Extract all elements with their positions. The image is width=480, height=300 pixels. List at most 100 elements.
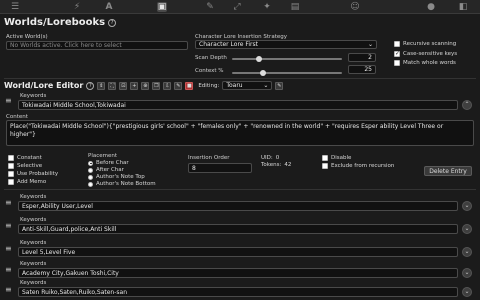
exclude-recursion-checkbox[interactable] [322, 163, 328, 169]
placement-after-char[interactable]: After Char [88, 167, 124, 173]
insertion-order-input[interactable]: 8 [188, 163, 252, 173]
add-entry-icon[interactable]: + [130, 81, 139, 90]
use-probability-option[interactable]: Use Probability [8, 171, 58, 177]
use-probability-checkbox[interactable] [8, 171, 14, 177]
keywords-input[interactable]: Tokiwadai Middle School,Tokiwadai [18, 100, 458, 110]
expand-entry-icon[interactable]: ⌄ [462, 287, 472, 297]
drag-handle-icon[interactable]: ≡ [5, 245, 12, 253]
radio-button[interactable] [88, 167, 93, 173]
tokens-display: Tokens: 42 [261, 162, 291, 168]
context-slider[interactable] [232, 70, 342, 76]
placement-an-top[interactable]: Author's Note Top [88, 174, 145, 180]
exclude-recursion-option[interactable]: Exclude from recursion [322, 163, 394, 169]
recursive-scanning-option[interactable]: Recursive scanning [394, 41, 456, 47]
globe-icon[interactable]: ⊕ [141, 81, 150, 90]
chevron-down-icon: ⌄ [367, 41, 373, 48]
scan-depth-input[interactable]: 2 [348, 53, 376, 62]
delete-world-icon[interactable]: ■ [185, 81, 194, 90]
context-thumb[interactable] [260, 70, 266, 76]
placement-an-bottom[interactable]: Author's Note Bottom [88, 181, 156, 187]
case-sensitive-label: Case-sensitive keys [403, 51, 458, 57]
keywords-input[interactable]: Saten Ruiko,Saten,Ruiko,Saten-san [18, 287, 458, 297]
puzzle-icon[interactable]: ✦ [262, 2, 272, 12]
scan-depth-thumb[interactable] [256, 56, 262, 62]
disable-option[interactable]: Disable [322, 155, 351, 161]
recursive-label: Recursive scanning [403, 41, 457, 47]
drag-handle-icon[interactable]: ≡ [5, 222, 12, 230]
editing-select[interactable]: Toaru ⌄ [222, 81, 273, 90]
user-icon[interactable]: ● [426, 2, 436, 12]
strategy-value: Character Lore First [199, 41, 258, 48]
worlds-header: Worlds/Lorebooks ? [4, 17, 117, 28]
font-icon[interactable]: A [104, 2, 114, 12]
whole-words-checkbox[interactable] [394, 60, 400, 66]
image-icon[interactable]: ▤ [290, 2, 300, 12]
help-icon[interactable]: ? [108, 18, 117, 27]
keywords-label: Keywords [20, 217, 47, 223]
editor-title: World/Lore Editor [4, 81, 84, 90]
expand-entry-icon[interactable]: ⌄ [462, 268, 472, 278]
constant-label: Constant [17, 155, 42, 161]
selective-checkbox[interactable] [8, 163, 14, 169]
placement-option-label: After Char [96, 167, 124, 173]
content-textarea[interactable]: Place("Tokiwadai Middle School"){"presti… [6, 120, 474, 146]
collapse-icon[interactable]: ⇕ [97, 81, 106, 90]
users-icon[interactable]: ◧ [458, 2, 468, 12]
drag-handle-icon[interactable]: ≡ [5, 286, 12, 294]
expand-entry-icon[interactable]: ⌄ [462, 224, 472, 234]
recursive-checkbox[interactable] [394, 41, 400, 47]
keywords-label: Keywords [20, 261, 47, 267]
fullscreen-icon[interactable]: ⛶ [108, 81, 117, 90]
collapse-entry-icon[interactable]: ⌃ [462, 100, 472, 110]
radio-button[interactable] [88, 181, 93, 187]
import-icon[interactable]: ⇩ [163, 81, 172, 90]
placement-option-label: Before Char [96, 160, 129, 166]
keywords-input[interactable]: Anti-Skill,Guard,police,Anti Skill [18, 224, 458, 234]
constant-checkbox[interactable] [8, 155, 14, 161]
drag-handle-icon[interactable]: ≡ [5, 266, 12, 274]
scan-depth-label: Scan Depth [195, 55, 227, 61]
delete-entry-button[interactable]: Delete Entry [424, 166, 472, 176]
radio-button[interactable] [88, 174, 93, 180]
placement-option-label: Author's Note Top [96, 174, 145, 180]
book-icon[interactable]: ▣ [157, 2, 167, 12]
strategy-select[interactable]: Character Lore First ⌄ [195, 40, 377, 49]
shrink-icon[interactable]: ⊡ [119, 81, 128, 90]
scan-depth-slider[interactable] [232, 56, 342, 62]
help-icon[interactable]: ? [86, 81, 95, 90]
context-input[interactable]: 25 [348, 65, 376, 74]
keywords-input[interactable]: Esper,Ability User,Level [18, 201, 458, 211]
drag-handle-icon[interactable]: ≡ [5, 199, 12, 207]
keywords-label: Keywords [20, 194, 47, 200]
add-memo-option[interactable]: Add Memo [8, 179, 46, 185]
keywords-input[interactable]: Academy City,Gakuen Toshi,City [18, 268, 458, 278]
drag-handle-icon[interactable]: ≡ [5, 97, 12, 105]
selective-option[interactable]: Selective [8, 163, 42, 169]
active-worlds-placeholder: No Worlds active. Click here to select [10, 42, 122, 49]
expand-entry-icon[interactable]: ⌄ [462, 201, 472, 211]
top-toolbar: ☰ ⚡ A ▣ ✎ ⤢ ✦ ▤ ☺ ● ◧ [0, 0, 480, 14]
keywords-label: Keywords [20, 93, 47, 99]
disable-checkbox[interactable] [322, 155, 328, 161]
case-sensitive-option[interactable]: Case-sensitive keys [394, 50, 458, 57]
plug-icon[interactable]: ⚡ [72, 2, 82, 12]
case-sensitive-checkbox[interactable] [394, 50, 400, 57]
chevron-down-icon: ⌄ [263, 82, 269, 89]
add-memo-checkbox[interactable] [8, 179, 14, 185]
radio-button[interactable] [88, 160, 93, 166]
wrench-icon[interactable]: ✎ [205, 2, 215, 12]
lore-entry-collapsed: ≡ Keywords Esper,Ability User,Level ⌄ [0, 192, 480, 215]
expand-icon[interactable]: ⤢ [232, 2, 242, 12]
rename-icon[interactable]: ✎ [275, 81, 284, 90]
uid-display: UID: 0 [261, 155, 279, 161]
whole-words-option[interactable]: Match whole words [394, 60, 456, 66]
constant-option[interactable]: Constant [8, 155, 42, 161]
smile-icon[interactable]: ☺ [350, 2, 360, 12]
keywords-input[interactable]: Level 5,Level Five [18, 247, 458, 257]
active-worlds-selector[interactable]: No Worlds active. Click here to select [6, 41, 188, 50]
sliders-icon[interactable]: ☰ [10, 2, 20, 12]
copy-icon[interactable]: ❐ [152, 81, 161, 90]
expand-entry-icon[interactable]: ⌄ [462, 247, 472, 257]
edit-icon[interactable]: ✎ [174, 81, 183, 90]
placement-before-char[interactable]: Before Char [88, 160, 129, 166]
